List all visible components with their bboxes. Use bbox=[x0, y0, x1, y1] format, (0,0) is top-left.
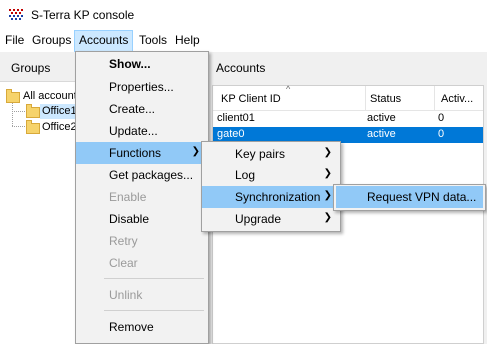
chevron-right-icon: ❯ bbox=[323, 190, 332, 201]
app-icon bbox=[8, 8, 24, 21]
menu-item-unlink: Unlink bbox=[109, 288, 143, 302]
cell-id: gate0 bbox=[217, 128, 245, 140]
menu-item-show[interactable]: Show... bbox=[76, 53, 208, 75]
menu-help[interactable]: Help bbox=[171, 30, 204, 50]
cell-active: 0 bbox=[438, 112, 445, 124]
folder-icon bbox=[6, 89, 20, 103]
menu-accounts[interactable]: Accounts bbox=[74, 30, 134, 52]
column-divider[interactable] bbox=[434, 86, 435, 111]
menu-item-clear: Clear bbox=[109, 256, 138, 270]
menu-item-disable[interactable]: Disable bbox=[76, 208, 208, 230]
column-status[interactable]: Status bbox=[370, 93, 401, 105]
menu-item-retry: Retry bbox=[109, 234, 138, 248]
column-divider[interactable] bbox=[365, 86, 366, 111]
chevron-right-icon: ❯ bbox=[323, 147, 332, 158]
chevron-right-icon: ❯ bbox=[191, 146, 200, 157]
submenu-item-request-vpn-data[interactable]: Request VPN data... bbox=[336, 186, 483, 208]
cell-active: 0 bbox=[438, 128, 445, 140]
folder-icon bbox=[26, 120, 40, 134]
menu-bar: File Groups Accounts Tools Help bbox=[0, 30, 487, 52]
chevron-right-icon: ❯ bbox=[323, 212, 332, 223]
column-kp-client-id[interactable]: KP Client ID bbox=[221, 93, 281, 105]
table-row[interactable]: client01 active 0 bbox=[213, 111, 483, 127]
menu-item-create[interactable]: Create... bbox=[76, 98, 208, 120]
tree-item-all-accounts[interactable]: All account bbox=[23, 90, 77, 102]
menu-tools[interactable]: Tools bbox=[135, 30, 171, 50]
menu-item-enable: Enable bbox=[109, 190, 147, 204]
menu-item-update[interactable]: Update... bbox=[76, 120, 208, 142]
menu-item-properties[interactable]: Properties... bbox=[76, 76, 208, 98]
accounts-title: Accounts bbox=[216, 61, 266, 75]
sort-arrow-icon: ^ bbox=[286, 84, 291, 94]
menu-item-functions[interactable]: Functions ❯ bbox=[76, 142, 208, 164]
menu-item-get-packages[interactable]: Get packages... bbox=[76, 164, 208, 186]
menu-separator bbox=[104, 278, 204, 279]
groups-title: Groups bbox=[11, 61, 51, 75]
menu-item-remove[interactable]: Remove bbox=[76, 316, 208, 338]
cell-id: client01 bbox=[217, 112, 255, 124]
menu-groups[interactable]: Groups bbox=[28, 30, 75, 50]
menu-file[interactable]: File bbox=[1, 30, 28, 50]
submenu-item-key-pairs[interactable]: Key pairs ❯ bbox=[202, 143, 340, 165]
cell-status: active bbox=[367, 112, 396, 124]
tree-item-office2[interactable]: Office2 bbox=[42, 121, 77, 133]
column-active[interactable]: Activ... bbox=[441, 93, 473, 105]
chevron-right-icon: ❯ bbox=[323, 168, 332, 179]
tree-item-office1[interactable]: Office1 bbox=[42, 105, 77, 117]
cell-status: active bbox=[367, 128, 396, 140]
menu-separator bbox=[104, 310, 204, 311]
window-title: S-Terra KP console bbox=[31, 8, 135, 22]
submenu-item-upgrade[interactable]: Upgrade ❯ bbox=[202, 208, 340, 230]
submenu-item-log[interactable]: Log ❯ bbox=[202, 164, 340, 186]
submenu-item-synchronization[interactable]: Synchronization ❯ bbox=[202, 186, 340, 208]
folder-icon bbox=[26, 104, 40, 118]
